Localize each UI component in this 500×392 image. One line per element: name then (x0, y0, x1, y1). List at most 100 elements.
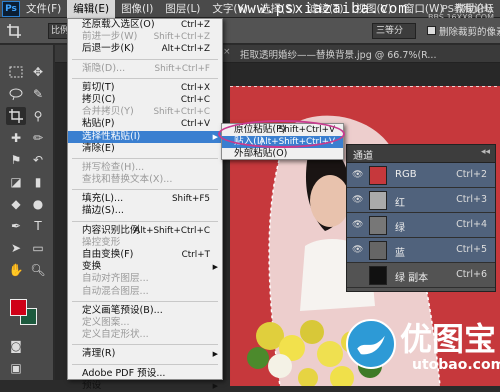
dodge-tool-icon[interactable]: ● (28, 195, 48, 213)
shape-tool-icon[interactable]: ▭ (28, 239, 48, 257)
edit-menu-item[interactable]: 填充(L)... Shift+F5 (68, 193, 222, 205)
menu-item-label: 描边(S)... (82, 205, 124, 217)
menu-item-label: 清理(R) (82, 348, 116, 360)
edit-menu-item[interactable]: 拼写检查(H)... (68, 162, 222, 174)
edit-menu-item[interactable]: 查找和替换文本(X)... (68, 174, 222, 186)
edit-menu-item[interactable]: 还原载入选区(O) Ctrl+Z (68, 19, 222, 31)
quick-mask-icon[interactable]: ◙ (6, 337, 26, 355)
edit-menu-item[interactable]: 定义自定形状... (68, 329, 222, 341)
crop-tool-icon[interactable] (6, 107, 26, 125)
eyedropper-icon[interactable]: ⚲ (28, 107, 48, 125)
menu-edit[interactable]: 编辑(E) (67, 0, 116, 18)
crop-icon[interactable] (6, 23, 22, 39)
paste-special-item[interactable]: 外部粘贴(O) (222, 148, 343, 160)
menu-item-label: 渐隐(D)... (82, 62, 126, 74)
history-brush-icon[interactable]: ↶ (28, 151, 48, 169)
blur-tool-icon[interactable]: ◆ (6, 195, 26, 213)
edit-menu-item[interactable]: 清理(R) ▶ (68, 348, 222, 360)
menu-layer[interactable]: 图层(L) (159, 0, 206, 18)
menu-item-label: 粘贴(P) (82, 118, 115, 130)
foreground-color-swatch[interactable] (10, 299, 27, 316)
edit-menu-item[interactable]: 合并拷贝(Y) Shift+Ctrl+C (68, 106, 222, 118)
menu-item-shortcut: Ctrl+C (180, 94, 210, 105)
menu-item-label: 自由变换(F) (82, 249, 134, 260)
healing-brush-icon[interactable]: ✚ (6, 129, 26, 147)
menu-item-label: 定义自定形状... (82, 329, 149, 341)
channel-row-green[interactable]: 👁︎ 绿 Ctrl+4 (347, 213, 495, 238)
edit-menu-item[interactable]: 变换 ▶ (68, 261, 222, 273)
edit-menu-item[interactable]: 后退一步(K) Alt+Ctrl+Z (68, 43, 222, 55)
channel-row-rgb[interactable]: 👁︎ RGB Ctrl+2 (347, 163, 495, 188)
brush-tool-icon[interactable]: ✏ (28, 129, 48, 147)
edit-menu-item[interactable]: 粘贴(P) Ctrl+V (68, 118, 222, 130)
hand-tool-icon[interactable]: ✋ (6, 261, 26, 279)
photoshop-logo: Ps (2, 0, 20, 17)
delete-cropped-checkbox[interactable] (427, 26, 436, 35)
marquee-tool-icon[interactable] (6, 63, 26, 81)
highlight-annotation-ring (218, 120, 345, 148)
channels-tab[interactable]: 通道 (353, 147, 373, 162)
channel-row-red[interactable]: 👁︎ 红 Ctrl+3 (347, 188, 495, 213)
edit-menu-item[interactable]: 定义图案... (68, 317, 222, 329)
menu-separator (68, 361, 222, 368)
menu-separator (68, 218, 222, 225)
gradient-icon[interactable]: ▮ (28, 173, 48, 191)
edit-menu-item[interactable]: 自动混合图层... (68, 286, 222, 298)
channel-thumbnail (369, 166, 387, 185)
menu-file[interactable]: 文件(F) (20, 0, 67, 18)
channel-name: RGB (395, 169, 417, 180)
channel-row-blue[interactable]: 👁︎ 蓝 Ctrl+5 (347, 238, 495, 263)
menu-item-shortcut: Ctrl+T (181, 250, 210, 260)
overlay-select[interactable]: 三等分 (372, 23, 416, 39)
edit-menu-item[interactable]: 自由变换(F) Ctrl+T (68, 249, 222, 261)
close-icon[interactable]: × (223, 47, 231, 57)
type-tool-icon[interactable]: T (28, 217, 48, 235)
collapse-icon[interactable]: ◂◂ (481, 147, 490, 157)
channel-shortcut: Ctrl+4 (456, 219, 487, 230)
menu-item-shortcut: Ctrl+Z (180, 20, 210, 30)
edit-menu-item[interactable]: 自动对齐图层... (68, 273, 222, 285)
menu-item-label: 查找和替换文本(X)... (82, 174, 173, 186)
channel-name: 绿 (395, 223, 405, 234)
menu-item-label: 操控变形 (82, 236, 121, 248)
edit-menu-item[interactable]: 定义画笔预设(B)... (68, 305, 222, 317)
edit-menu-item[interactable]: 剪切(T) Ctrl+X (68, 82, 222, 94)
menu-item-label: 填充(L)... (82, 193, 124, 205)
menu-image[interactable]: 图像(I) (115, 0, 159, 18)
move-tool-icon[interactable]: ✥ (28, 63, 48, 81)
lasso-tool-icon[interactable] (6, 85, 26, 103)
edit-menu-item[interactable]: 预设 ▶ (68, 380, 222, 392)
eye-icon[interactable]: 👁︎ (352, 245, 364, 255)
pen-tool-icon[interactable]: ✒ (6, 217, 26, 235)
menu-item-shortcut: Shift+Ctrl+F (154, 63, 210, 74)
edit-menu-item[interactable]: 选择性粘贴(I) ▶ (68, 130, 222, 143)
eraser-icon[interactable]: ◪ (6, 173, 26, 191)
edit-menu-item[interactable]: 渐隐(D)... Shift+Ctrl+F (68, 63, 222, 75)
eye-icon[interactable]: 👁︎ (352, 220, 364, 230)
zoom-tool-icon[interactable]: 🔍︎ (28, 261, 48, 279)
eye-icon[interactable]: 👁︎ (352, 195, 364, 205)
clone-stamp-icon[interactable]: ⚑ (6, 151, 26, 169)
quick-select-icon[interactable]: ✎ (28, 85, 48, 103)
channel-thumbnail (369, 216, 387, 235)
menu-separator (68, 155, 222, 162)
menu-item-shortcut: Shift+F5 (171, 194, 210, 205)
channel-shortcut: Ctrl+5 (456, 244, 487, 255)
path-select-icon[interactable]: ➤ (6, 239, 26, 257)
edit-menu-item[interactable]: 前进一步(W) Shift+Ctrl+Z (68, 31, 222, 43)
menu-item-label: 后退一步(K) (82, 43, 135, 55)
document-tab-title[interactable]: 拒取透明婚纱——替换背景.jpg @ 66.7%(R... (240, 47, 436, 61)
eye-hidden-icon[interactable] (352, 270, 364, 280)
submenu-arrow-icon: ▶ (212, 350, 218, 359)
edit-menu-item[interactable]: Adobe PDF 预设... (68, 368, 222, 380)
submenu-arrow-icon: ▶ (212, 381, 218, 390)
channel-row-green-copy[interactable]: 绿 副本 Ctrl+6 (347, 263, 495, 288)
edit-menu-item[interactable]: 描边(S)... (68, 205, 222, 217)
edit-menu-item[interactable]: 拷贝(C) Ctrl+C (68, 94, 222, 106)
screen-mode-icon[interactable]: ▣ (6, 359, 26, 377)
edit-menu-item[interactable]: 清除(E) (68, 143, 222, 155)
edit-menu-item[interactable]: 操控变形 (68, 237, 222, 249)
eye-icon[interactable]: 👁︎ (352, 170, 364, 180)
edit-menu-item[interactable]: 内容识别比例 Alt+Shift+Ctrl+C (68, 225, 222, 237)
menu-item-shortcut: Ctrl+X (180, 82, 210, 93)
